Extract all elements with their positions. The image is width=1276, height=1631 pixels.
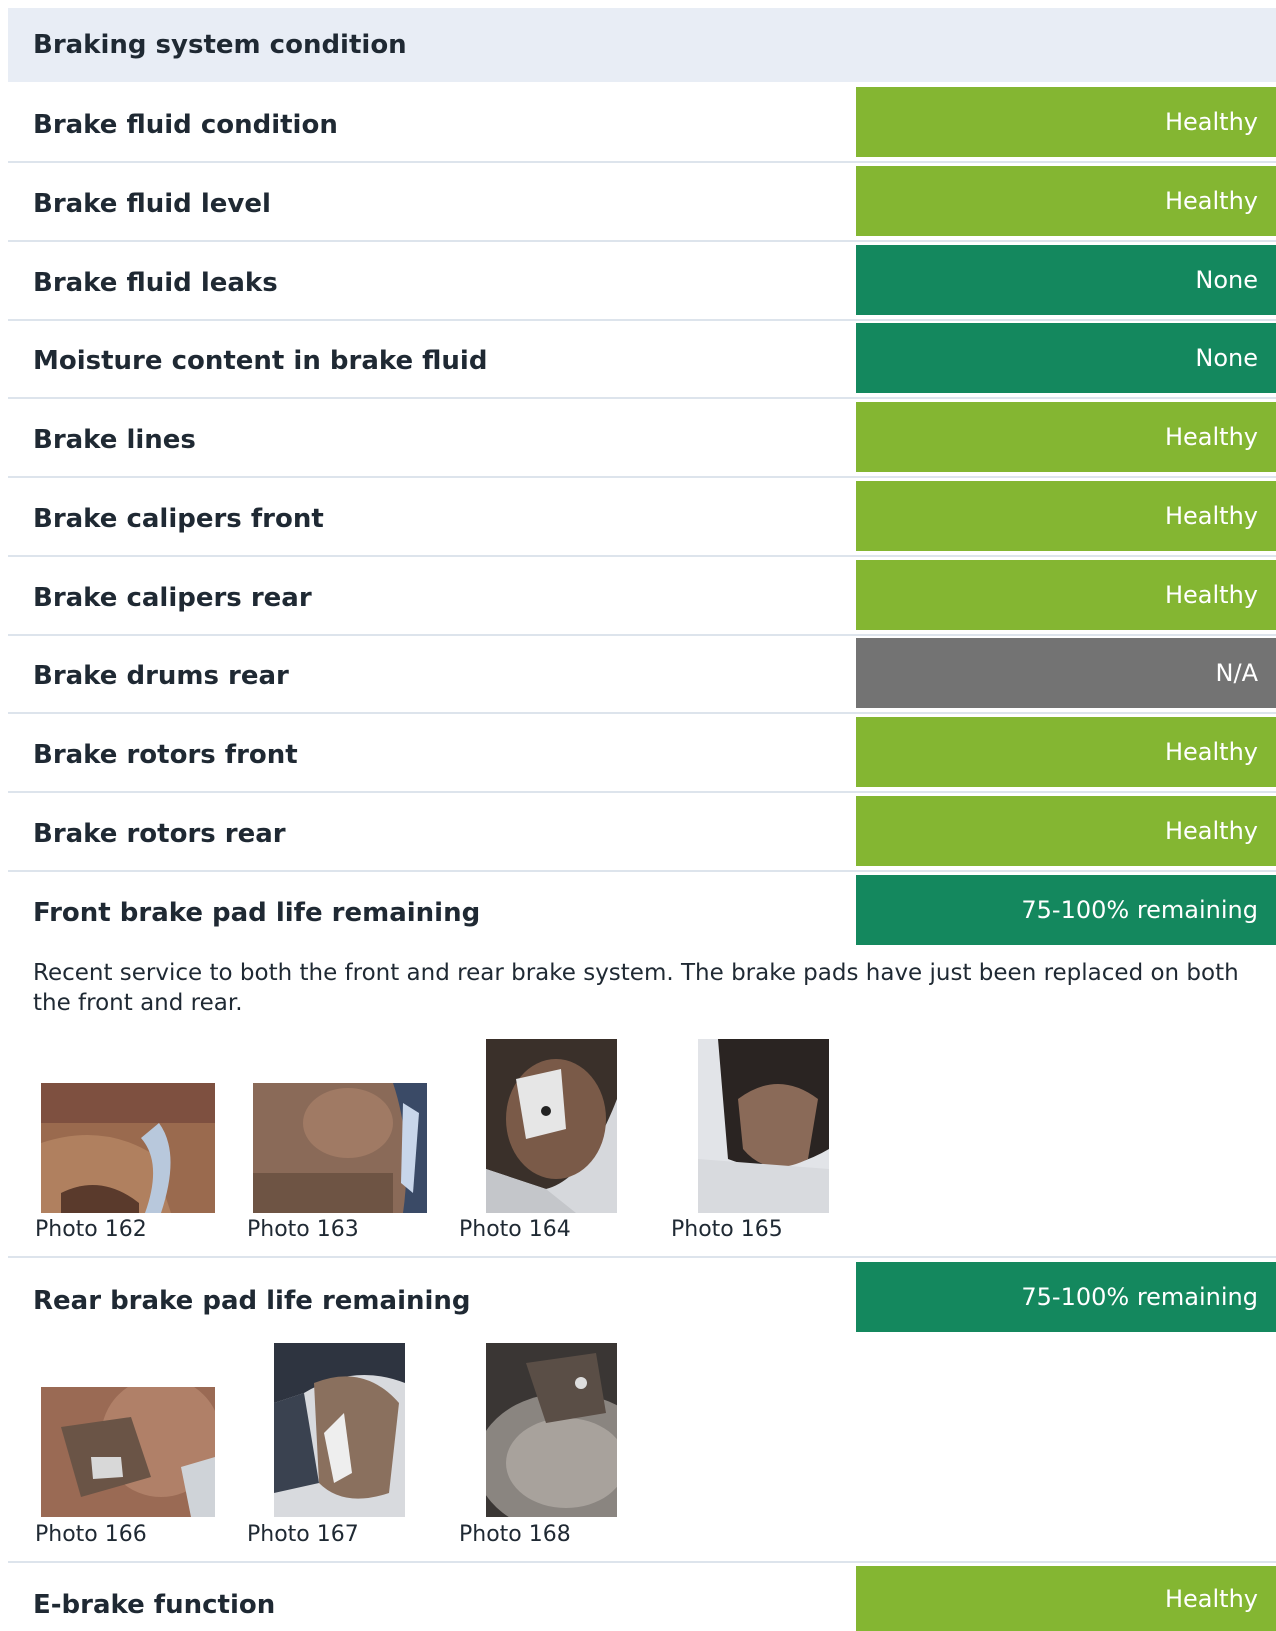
brake-photo-image[interactable]	[698, 1039, 829, 1213]
row-divider	[8, 240, 1276, 242]
brake-photo-image[interactable]	[41, 1387, 215, 1517]
row-divider	[8, 870, 1276, 872]
photo-caption: Photo 168	[459, 1522, 571, 1547]
status-badge: 75-100% remaining	[856, 875, 1276, 945]
row-label: Front brake pad life remaining	[33, 898, 481, 928]
brake-photo-image[interactable]	[274, 1343, 405, 1517]
row-divider	[8, 1561, 1276, 1563]
photo-caption: Photo 167	[247, 1522, 359, 1547]
row-label: Brake fluid level	[33, 189, 271, 219]
status-badge: Healthy	[856, 717, 1276, 787]
row-divider	[8, 397, 1276, 399]
photo-caption: Photo 163	[247, 1217, 359, 1242]
brake-photo-image[interactable]	[486, 1343, 617, 1517]
brake-photo-image[interactable]	[41, 1083, 215, 1213]
photo-caption: Photo 165	[671, 1217, 783, 1242]
status-badge: N/A	[856, 638, 1276, 708]
row-divider	[8, 476, 1276, 478]
row-divider	[8, 319, 1276, 321]
status-badge: Healthy	[856, 796, 1276, 866]
row-label: Moisture content in brake fluid	[33, 346, 488, 376]
status-badge: None	[856, 245, 1276, 315]
status-badge: Healthy	[856, 1566, 1276, 1631]
row-label: Brake lines	[33, 425, 196, 455]
row-label: Brake calipers front	[33, 504, 324, 534]
photo-caption: Photo 164	[459, 1217, 571, 1242]
row-divider	[8, 555, 1276, 557]
row-label: Brake fluid leaks	[33, 268, 278, 298]
front-pad-note: Recent service to both the front and rea…	[33, 960, 1239, 1016]
row-label: Brake drums rear	[33, 661, 289, 691]
row-label: Brake rotors front	[33, 740, 298, 770]
photo-caption: Photo 162	[35, 1217, 147, 1242]
status-badge: Healthy	[856, 481, 1276, 551]
row-label: Rear brake pad life remaining	[33, 1286, 471, 1316]
photo-caption: Photo 166	[35, 1522, 147, 1547]
row-divider	[8, 634, 1276, 636]
status-badge: 75-100% remaining	[856, 1262, 1276, 1332]
brake-photo-image[interactable]	[486, 1039, 617, 1213]
row-label: Brake rotors rear	[33, 819, 286, 849]
section-title: Braking system condition	[8, 8, 1276, 82]
row-label: E-brake function	[33, 1590, 276, 1620]
row-divider	[8, 712, 1276, 714]
status-badge: Healthy	[856, 166, 1276, 236]
row-divider	[8, 161, 1276, 163]
status-badge: Healthy	[856, 402, 1276, 472]
row-label: Brake fluid condition	[33, 110, 338, 140]
row-label: Brake calipers rear	[33, 583, 312, 613]
row-divider	[8, 1256, 1276, 1258]
status-badge: Healthy	[856, 560, 1276, 630]
status-badge: None	[856, 323, 1276, 393]
status-badge: Healthy	[856, 87, 1276, 157]
row-divider	[8, 791, 1276, 793]
brake-photo-image[interactable]	[253, 1083, 427, 1213]
